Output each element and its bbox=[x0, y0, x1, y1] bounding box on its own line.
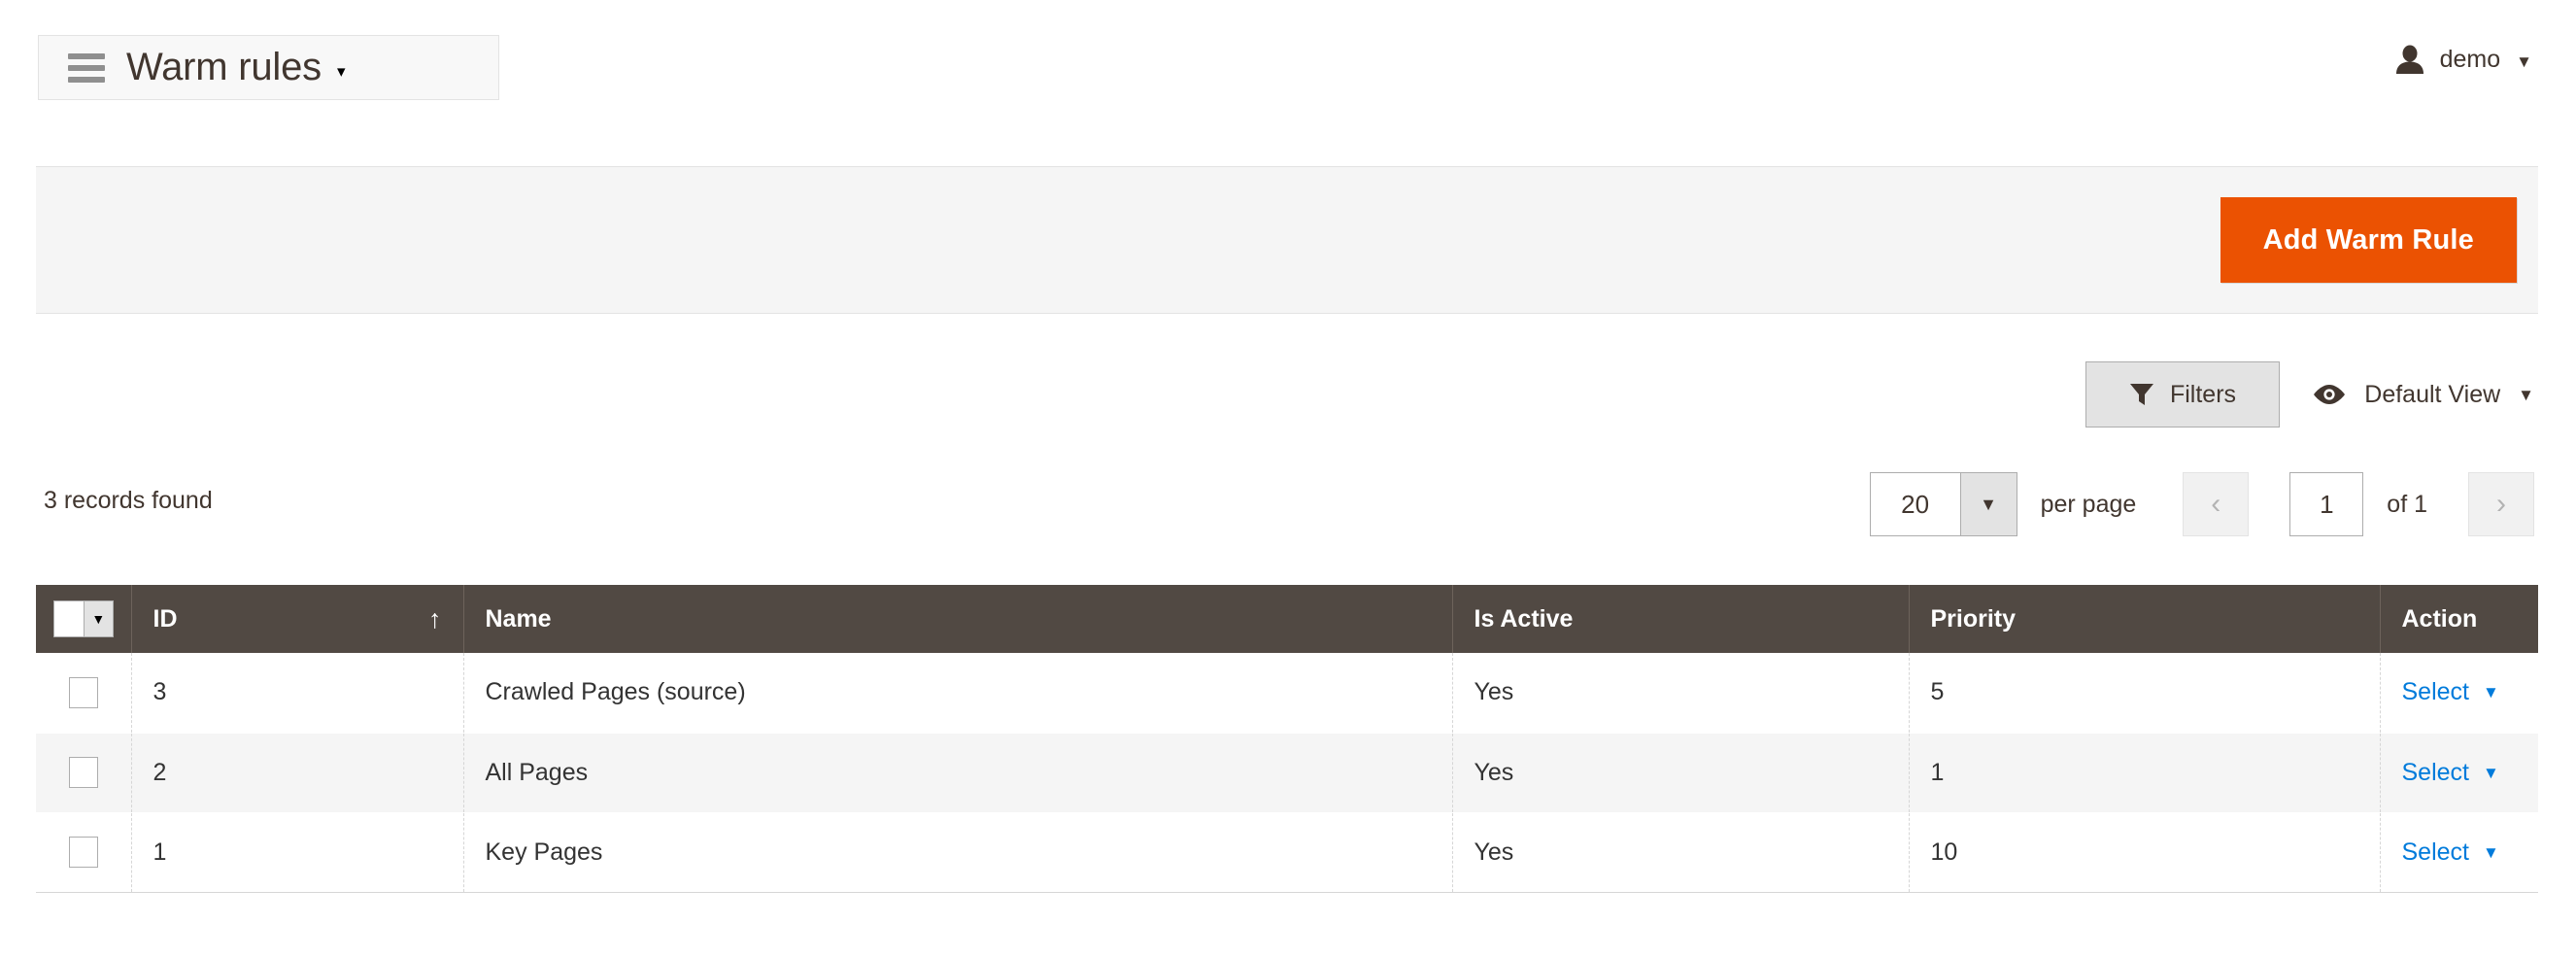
table-row: 1 Key Pages Yes 10 Select ▼ bbox=[36, 812, 2538, 893]
sort-ascending-icon: ↑ bbox=[428, 603, 442, 633]
user-menu[interactable]: demo ▼ bbox=[2393, 35, 2532, 84]
filters-label: Filters bbox=[2169, 380, 2237, 408]
row-action-select[interactable]: Select ▼ bbox=[2402, 838, 2499, 867]
cell-action: Select ▼ bbox=[2380, 812, 2538, 893]
chevron-down-icon: ▼ bbox=[1959, 473, 2017, 535]
chevron-down-icon: ▼ bbox=[83, 601, 113, 636]
chevron-down-icon: ▼ bbox=[2516, 51, 2532, 71]
cell-name: Key Pages bbox=[463, 812, 1453, 893]
chevron-down-icon: ▼ bbox=[2482, 842, 2499, 862]
previous-page-button[interactable]: ‹ bbox=[2183, 472, 2250, 536]
row-action-label: Select bbox=[2401, 838, 2469, 866]
page-title-menu-button[interactable]: Warm rules ▾ bbox=[38, 35, 499, 100]
cell-action: Select ▼ bbox=[2380, 653, 2538, 734]
grid-body: 3 Crawled Pages (source) Yes 5 Select ▼ … bbox=[36, 653, 2538, 893]
add-warm-rule-button[interactable]: Add Warm Rule bbox=[2220, 197, 2517, 283]
chevron-down-icon: ▾ bbox=[336, 62, 346, 81]
page-title: Warm rules bbox=[126, 46, 322, 88]
page-header: Warm rules ▾ demo ▼ bbox=[0, 0, 2576, 148]
user-name: demo bbox=[2439, 45, 2501, 73]
admin-grid-page: Warm rules ▾ demo ▼ Add Warm Rule Filter… bbox=[0, 0, 2576, 958]
chevron-down-icon: ▼ bbox=[2518, 385, 2534, 404]
eye-icon bbox=[2314, 385, 2346, 404]
chevron-down-icon: ▼ bbox=[2482, 683, 2499, 702]
row-action-label: Select bbox=[2401, 678, 2469, 706]
cell-name: All Pages bbox=[463, 733, 1453, 813]
row-checkbox[interactable] bbox=[68, 837, 98, 868]
table-row: 3 Crawled Pages (source) Yes 5 Select ▼ bbox=[36, 653, 2538, 734]
user-icon bbox=[2395, 45, 2423, 74]
next-page-button[interactable]: › bbox=[2468, 472, 2534, 536]
per-page-select[interactable]: 20 ▼ bbox=[1869, 472, 2017, 536]
row-checkbox[interactable] bbox=[68, 757, 98, 788]
grid-header-row: ▼ ID ↑ Name Is Active Priority Action bbox=[36, 585, 2538, 653]
cell-is-active: Yes bbox=[1452, 653, 1910, 734]
column-header-action: Action bbox=[2380, 585, 2538, 653]
hamburger-icon bbox=[68, 52, 105, 83]
grid-header-bar: 3 records found 20 ▼ per page ‹ of 1 › bbox=[36, 467, 2538, 541]
mass-select-checkbox[interactable] bbox=[53, 601, 84, 636]
view-label: Default View bbox=[2364, 380, 2501, 408]
warm-rules-grid: ▼ ID ↑ Name Is Active Priority Action 3 … bbox=[36, 585, 2538, 893]
funnel-icon bbox=[2129, 384, 2153, 405]
per-page-value: 20 bbox=[1870, 473, 1960, 535]
row-checkbox[interactable] bbox=[68, 676, 98, 708]
table-row: 2 All Pages Yes 1 Select ▼ bbox=[36, 733, 2538, 813]
column-header-name[interactable]: Name bbox=[463, 585, 1453, 653]
cell-priority: 5 bbox=[1909, 653, 2381, 734]
row-select-cell bbox=[36, 653, 132, 734]
column-header-priority[interactable]: Priority bbox=[1909, 585, 2381, 653]
total-pages-label: of 1 bbox=[2387, 490, 2427, 518]
column-header-id[interactable]: ID ↑ bbox=[131, 585, 464, 653]
column-header-is-active[interactable]: Is Active bbox=[1452, 585, 1910, 653]
records-found-label: 3 records found bbox=[44, 487, 213, 514]
page-actions-bar: Add Warm Rule bbox=[36, 166, 2538, 314]
pagination-controls: 20 ▼ per page ‹ of 1 › bbox=[1869, 467, 2534, 541]
page-number-input[interactable] bbox=[2289, 472, 2364, 536]
row-select-cell bbox=[36, 733, 132, 813]
row-action-label: Select bbox=[2401, 758, 2469, 786]
cell-id: 3 bbox=[131, 653, 464, 734]
grid-toolbar: Filters Default View ▼ bbox=[36, 361, 2538, 428]
mass-select-header: ▼ bbox=[36, 585, 132, 653]
row-select-cell bbox=[36, 812, 132, 893]
grid-head: ▼ ID ↑ Name Is Active Priority Action bbox=[36, 585, 2538, 653]
cell-action: Select ▼ bbox=[2380, 733, 2538, 813]
cell-id: 1 bbox=[131, 812, 464, 893]
filters-button[interactable]: Filters bbox=[2085, 361, 2280, 428]
row-action-select[interactable]: Select ▼ bbox=[2402, 759, 2499, 787]
cell-is-active: Yes bbox=[1452, 812, 1910, 893]
cell-is-active: Yes bbox=[1452, 733, 1910, 813]
chevron-down-icon: ▼ bbox=[2482, 763, 2499, 782]
per-page-label: per page bbox=[2040, 490, 2137, 518]
cell-priority: 1 bbox=[1909, 733, 2381, 813]
cell-name: Crawled Pages (source) bbox=[463, 653, 1453, 734]
mass-select-dropdown[interactable]: ▼ bbox=[52, 600, 114, 637]
cell-priority: 10 bbox=[1909, 812, 2381, 893]
row-action-select[interactable]: Select ▼ bbox=[2402, 678, 2499, 706]
view-bookmarks-control[interactable]: Default View ▼ bbox=[2312, 361, 2538, 428]
column-header-id-label: ID bbox=[153, 604, 178, 633]
cell-id: 2 bbox=[131, 733, 464, 813]
